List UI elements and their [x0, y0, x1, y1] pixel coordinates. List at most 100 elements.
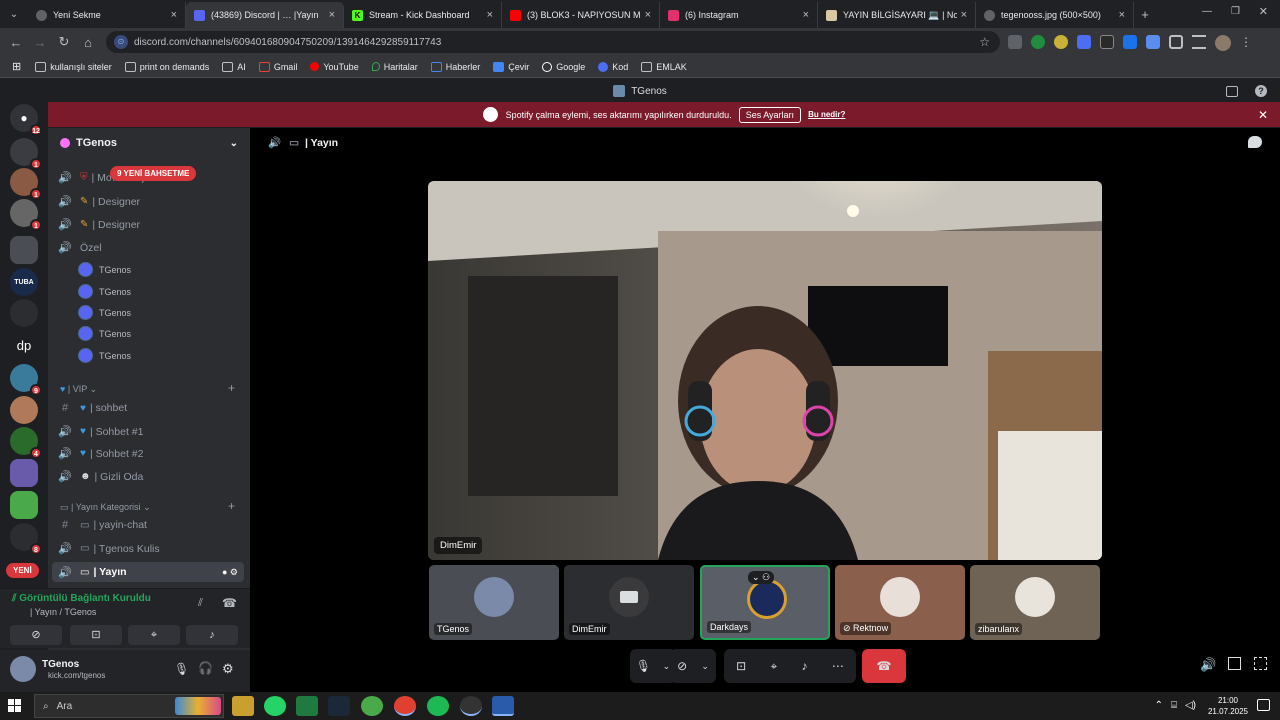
noise-suppression-icon[interactable]: ⫽ — [198, 597, 203, 610]
server-icon[interactable]: 1 — [10, 168, 42, 200]
channel-yayin-chat[interactable]: # ▭ | yayin-chat — [58, 519, 147, 531]
channel-tgenos-kulis[interactable]: 🔊 ▭ | Tgenos Kulis — [58, 542, 159, 556]
server-icon[interactable]: 1 — [10, 138, 42, 170]
app-window-icon[interactable] — [492, 696, 514, 716]
soundboard-icon[interactable]: ♪ — [802, 659, 808, 673]
screen-share-button[interactable]: ⊡ — [70, 625, 122, 645]
channel-actions-icon[interactable]: ● ⚙ — [222, 567, 238, 578]
add-channel-icon[interactable]: + — [228, 381, 235, 395]
extension-icon[interactable] — [1054, 35, 1068, 49]
bookmark-news[interactable]: Haberler — [430, 61, 480, 72]
volume-icon[interactable]: ◁) — [1185, 700, 1196, 711]
channel-ozel[interactable]: 🔊 Özel — [58, 241, 101, 255]
fullscreen-icon[interactable] — [1254, 657, 1267, 670]
forward-icon[interactable]: → — [28, 35, 52, 50]
bookmark-folder[interactable]: kullanışlı siteler — [35, 61, 112, 72]
close-tab-icon[interactable]: × — [487, 9, 493, 21]
close-tab-icon[interactable]: × — [645, 9, 651, 21]
file-explorer-icon[interactable] — [232, 696, 254, 716]
tab-search-button[interactable]: ⌄ — [0, 9, 28, 20]
start-button[interactable] — [8, 699, 21, 712]
steam-icon[interactable] — [328, 696, 350, 716]
category-vip[interactable]: ♥ | VIP ⌄ — [60, 384, 97, 395]
site-info-icon[interactable]: ⊙ — [114, 35, 128, 49]
bookmark-star-icon[interactable]: ☆ — [979, 35, 990, 49]
audio-settings-button[interactable]: Ses Ayarları — [738, 106, 802, 123]
stream-video[interactable]: DimEmir — [428, 181, 1102, 560]
headphones-icon[interactable]: 🎧 — [198, 661, 213, 675]
extension-icon[interactable] — [1077, 35, 1091, 49]
network-icon[interactable]: ⌸ — [1171, 700, 1177, 711]
voice-user[interactable]: TGenos — [78, 348, 131, 363]
camera-off-button[interactable]: ⊘ — [10, 625, 62, 645]
server-icon[interactable]: 4 — [10, 427, 42, 459]
inbox-icon[interactable] — [1226, 85, 1238, 97]
channel-designer[interactable]: 🔊 ✎ | Designer — [58, 195, 140, 209]
chevron-up-icon[interactable]: ⌃ — [1155, 700, 1163, 711]
reload-icon[interactable]: ↻ — [52, 34, 76, 50]
profile-avatar-icon[interactable] — [1215, 35, 1231, 51]
server-icon[interactable]: 8 — [10, 523, 42, 555]
close-tab-icon[interactable]: × — [961, 9, 967, 21]
bookmark-translate[interactable]: Çevir — [493, 61, 529, 72]
tab-notes[interactable]: YAYIN BİLGİSAYARI 💻 | Notes× — [818, 2, 976, 28]
tab-discord[interactable]: (43869) Discord | … |Yayın × — [186, 2, 344, 28]
more-options-icon[interactable]: ⋯ — [832, 659, 844, 673]
whatsapp-icon[interactable] — [264, 696, 286, 716]
category-yayin[interactable]: ▭ | Yayın Kategorisi ⌄ — [60, 502, 151, 513]
voice-user[interactable]: TGenos — [78, 326, 131, 341]
channel-sohbet-2[interactable]: 🔊 ♥ | Sohbet #2 — [58, 447, 143, 461]
activity-icon[interactable]: ⌖ — [770, 659, 777, 674]
extension-icon[interactable] — [1008, 35, 1022, 49]
server-icon[interactable]: 1 — [10, 199, 42, 231]
participant-tile[interactable]: zibarulanx — [970, 565, 1100, 640]
extension-icon[interactable] — [1146, 35, 1160, 49]
voice-location[interactable]: | Yayın / TGenos — [30, 607, 96, 617]
channel-sohbet[interactable]: # ♥ | sohbet — [58, 402, 127, 414]
bookmark-google[interactable]: Google — [542, 61, 585, 72]
restore-button[interactable]: ❐ — [1231, 6, 1240, 17]
voice-user[interactable]: TGenos — [78, 262, 131, 277]
utorrent-icon[interactable] — [361, 696, 383, 716]
server-icon[interactable] — [10, 459, 38, 487]
server-dp[interactable]: dp — [10, 331, 38, 359]
tab-instagram[interactable]: (6) Instagram × — [660, 2, 818, 28]
screen-share-icon[interactable]: ⊡ — [736, 659, 746, 673]
user-avatar[interactable] — [10, 656, 36, 682]
voice-user[interactable]: TGenos — [78, 284, 131, 299]
disconnect-icon[interactable]: ☎ — [222, 596, 237, 610]
server-icon[interactable] — [10, 299, 38, 327]
soundboard-button[interactable]: ♪ — [186, 625, 238, 645]
server-header[interactable]: TGenos ⌄ — [48, 128, 250, 158]
apps-grid-icon[interactable]: ⊞ — [12, 60, 21, 73]
tab-kick[interactable]: K Stream - Kick Dashboard × — [344, 2, 502, 28]
close-tab-icon[interactable]: × — [329, 9, 335, 21]
spotify-icon[interactable] — [427, 696, 449, 716]
new-tab-button[interactable]: + — [1134, 7, 1156, 22]
extensions-puzzle-icon[interactable] — [1169, 35, 1183, 49]
bookmark-maps[interactable]: Haritalar — [371, 62, 418, 72]
server-icon[interactable] — [10, 236, 38, 264]
bookmark-kod[interactable]: Kod — [598, 61, 628, 72]
bookmark-folder[interactable]: AI — [222, 61, 246, 72]
server-icon[interactable]: 9 — [10, 364, 42, 396]
disconnect-call-button[interactable]: ☎ — [862, 649, 906, 683]
bookmark-gmail[interactable]: Gmail — [258, 61, 297, 72]
channel-designer[interactable]: 🔊 ✎ | Designer — [58, 218, 140, 232]
menu-kebab-icon[interactable]: ⋮ — [1240, 35, 1252, 51]
participant-tile[interactable]: ⊘ Rektnow — [835, 565, 965, 640]
reading-list-icon[interactable] — [1192, 35, 1206, 49]
tab-image[interactable]: tegenooss.jpg (500×500) × — [976, 2, 1134, 28]
direct-messages-button[interactable]: ● 12 — [10, 104, 42, 136]
what-is-this-link[interactable]: Bu nedir? — [808, 110, 845, 119]
extension-icon[interactable] — [1123, 35, 1137, 49]
close-tab-icon[interactable]: × — [803, 9, 809, 21]
volume-icon[interactable]: 🔊 — [1200, 657, 1216, 673]
activity-button[interactable]: ⌖ — [128, 625, 180, 645]
home-icon[interactable]: ⌂ — [76, 35, 100, 50]
bookmark-youtube[interactable]: YouTube — [310, 62, 359, 72]
back-icon[interactable]: ← — [4, 35, 28, 50]
minimize-button[interactable]: — — [1202, 6, 1212, 17]
taskbar-search[interactable]: ⌕ Ara — [34, 694, 224, 718]
tile-controls-icon[interactable]: ⌄ ⚇ — [748, 571, 775, 584]
